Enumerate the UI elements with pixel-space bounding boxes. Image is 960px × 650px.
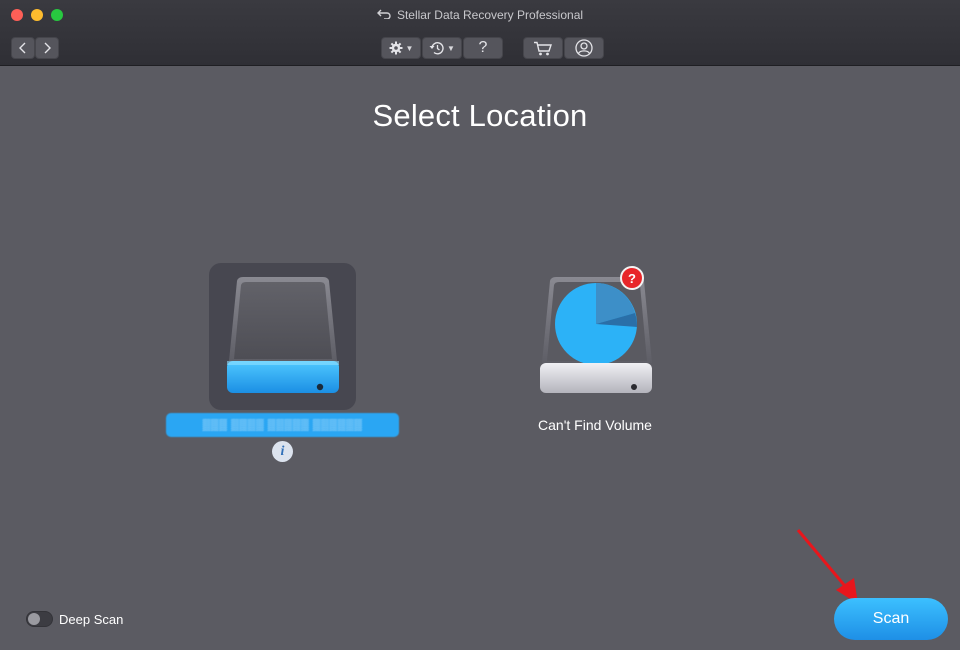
toggle-switch[interactable] — [26, 611, 53, 627]
deep-scan-label: Deep Scan — [59, 611, 124, 627]
cart-icon — [533, 41, 553, 56]
history-icon — [429, 41, 444, 55]
user-icon — [575, 39, 593, 57]
chevron-down-icon: ▼ — [447, 43, 455, 53]
account-button[interactable] — [564, 37, 604, 59]
question-badge-icon: ? — [620, 266, 644, 290]
cart-button[interactable] — [523, 37, 563, 59]
help-icon: ? — [478, 39, 488, 56]
drive-label-selected[interactable]: ▒▒▒ ▒▒▒▒ ▒▒▒▒▒ ▒▒▒▒▒▒ — [166, 413, 399, 437]
nav-back-button[interactable] — [11, 37, 35, 59]
history-menu-button[interactable]: ▼ — [422, 37, 462, 59]
deep-scan-toggle[interactable]: Deep Scan — [26, 611, 123, 627]
nav-forward-button[interactable] — [35, 37, 59, 59]
chevron-down-icon: ▼ — [405, 43, 414, 53]
page-title: Select Location — [372, 98, 588, 133]
volume-search-icon — [540, 277, 652, 393]
chevron-left-icon — [19, 42, 27, 54]
hard-drive-icon — [227, 277, 339, 393]
chevron-right-icon — [43, 42, 51, 54]
settings-menu-button[interactable]: ▼ — [381, 37, 421, 59]
gear-icon — [389, 41, 403, 55]
drive-item-cant-find-volume[interactable]: ? — [524, 263, 671, 410]
window-title: Stellar Data Recovery Professional — [0, 8, 960, 22]
drive-label-cant-find-volume[interactable]: Can't Find Volume — [505, 417, 685, 433]
help-button[interactable]: ? — [463, 37, 503, 59]
drive-item-selected[interactable] — [209, 263, 356, 410]
scan-button[interactable]: Scan — [834, 598, 948, 640]
window-title-text: Stellar Data Recovery Professional — [396, 8, 584, 22]
title-bar: Stellar Data Recovery Professional ▼ ▼ ? — [0, 0, 960, 66]
app-logo-icon — [376, 8, 391, 22]
info-icon[interactable]: i — [272, 441, 293, 462]
